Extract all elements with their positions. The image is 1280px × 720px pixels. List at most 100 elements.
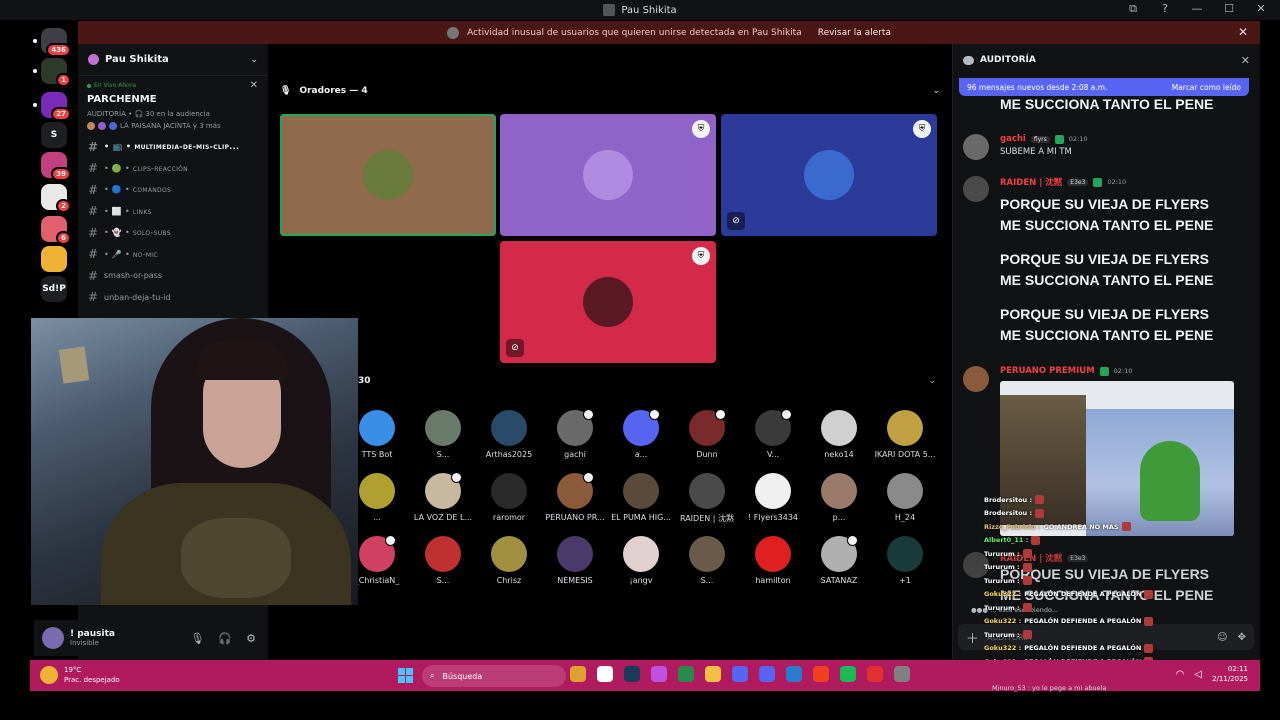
audience-member[interactable]: EL PUMA HIG...	[610, 473, 672, 522]
taskbar-app-icon[interactable]	[867, 666, 883, 682]
audience-name: +1	[899, 576, 911, 585]
speaker-tile[interactable]	[280, 114, 496, 236]
taskbar-app-icon[interactable]	[786, 666, 802, 682]
audience-member[interactable]: RAIDEN | 沈黙	[676, 473, 738, 524]
server-icon[interactable]: S	[41, 122, 67, 148]
help-icon[interactable]: ?	[1158, 2, 1172, 16]
audience-member[interactable]: H_24	[874, 473, 936, 522]
weather-widget[interactable]: 19°C Prac. despejado	[40, 665, 120, 685]
taskbar-search[interactable]: ⌕ Búsqueda	[422, 665, 566, 687]
chevron-down-icon[interactable]: ⌄	[250, 55, 258, 65]
wifi-icon[interactable]: ◠	[1176, 669, 1185, 680]
microphone-icon[interactable]: 🎙	[190, 632, 204, 645]
chevron-down-icon[interactable]: ⌄	[928, 376, 936, 386]
overlay-username: Tururum :	[984, 563, 1020, 572]
message-author[interactable]: PERUANO PREMIUM	[1000, 366, 1095, 376]
server-icon[interactable]: Sd!P	[41, 276, 67, 302]
audience-member[interactable]: neko14	[808, 410, 870, 459]
server-icon[interactable]: 2	[41, 184, 71, 213]
message-author[interactable]: RAIDEN | 沈黙	[1000, 176, 1062, 188]
start-button[interactable]	[398, 668, 413, 683]
audience-member[interactable]: V...	[742, 409, 804, 459]
taskbar-app-icon[interactable]	[813, 666, 829, 682]
close-icon[interactable]: ✕	[1241, 54, 1250, 67]
avatar[interactable]	[963, 366, 989, 392]
audience-member[interactable]: LA VOZ DE L...	[412, 472, 474, 522]
server-header[interactable]: Pau Shikita ⌄	[78, 44, 268, 76]
channel-item[interactable]: # • 🎤 • no-mic	[78, 244, 268, 266]
channel-item[interactable]: # • 🟢 • clips-reacción	[78, 158, 268, 180]
taskbar-app-icon[interactable]	[840, 666, 856, 682]
audience-member[interactable]: ! Flyers3434	[742, 473, 804, 522]
audience-member[interactable]: IKARI DOTA 5...	[874, 410, 936, 459]
live-stage-card[interactable]: En Vivo Ahora PARCHENME AUDITORÍA • 🎧 30…	[78, 76, 268, 136]
audience-member[interactable]: hamilton	[742, 536, 804, 585]
taskbar-app-icon[interactable]	[732, 666, 748, 682]
audience-member[interactable]: +1	[874, 536, 936, 585]
clock[interactable]: 02:11 2/11/2025	[1212, 664, 1248, 684]
audience-member[interactable]: Chrisz	[478, 536, 540, 585]
server-icon[interactable]: 1	[33, 58, 71, 87]
close-icon[interactable]: ✕	[250, 80, 258, 91]
server-icon[interactable]: 436	[33, 28, 71, 57]
message-author[interactable]: gachi	[1000, 134, 1026, 144]
channel-item[interactable]: # • 📺 • multimedia-de-mis-clip...	[78, 136, 268, 158]
moderator-shield-icon: ⛨	[692, 247, 710, 265]
taskbar-app-icon[interactable]	[651, 666, 667, 682]
minimize-button[interactable]: —	[1190, 2, 1204, 16]
audience-member[interactable]: S...	[412, 410, 474, 459]
taskbar-app-icon[interactable]	[894, 666, 910, 682]
speaker-tile[interactable]: ⛨ ⊘	[500, 241, 716, 363]
plus-icon[interactable]: ＋	[966, 628, 979, 647]
review-alert-link[interactable]: Revisar la alerta	[818, 28, 891, 38]
close-icon[interactable]: ✕	[1238, 25, 1248, 39]
server-icon[interactable]: 6	[41, 216, 71, 245]
server-icon[interactable]: 39	[41, 152, 71, 181]
server-icon[interactable]: 27	[33, 92, 71, 121]
close-button[interactable]: ✕	[1254, 2, 1268, 16]
maximize-button[interactable]: ☐	[1222, 2, 1236, 16]
speaker-tile[interactable]: ⛨	[500, 114, 716, 236]
gear-icon[interactable]: ⚙	[246, 632, 256, 645]
timestamp: 02:10	[1113, 367, 1133, 375]
inbox-icon[interactable]: ⧉	[1126, 2, 1140, 16]
audience-member[interactable]: raromor	[478, 473, 540, 522]
channel-item[interactable]: # • 👻 • solo-subs	[78, 222, 268, 244]
audience-member[interactable]: Dunn	[676, 409, 738, 459]
speaker-tile[interactable]: ⛨ ⊘	[721, 114, 937, 236]
taskbar-app-icon[interactable]	[624, 666, 640, 682]
mark-read-button[interactable]: Marcar como leído	[1172, 83, 1241, 92]
avatar[interactable]	[963, 134, 989, 160]
taskbar-app-icon[interactable]	[597, 666, 613, 682]
server-icon[interactable]	[41, 246, 67, 272]
audience-member[interactable]: SATANAZ	[808, 535, 870, 585]
taskbar-app-icon[interactable]	[678, 666, 694, 682]
channel-item[interactable]: # • 🔵 • comandos	[78, 179, 268, 201]
taskbar-app-icon[interactable]	[570, 666, 586, 682]
audience-member[interactable]: a...	[610, 409, 672, 459]
channel-item[interactable]: # smash-or-pass	[78, 265, 268, 287]
audience-member[interactable]: ¡angv	[610, 536, 672, 585]
overlay-username: Goku322 :	[984, 644, 1022, 653]
avatar[interactable]	[42, 627, 64, 649]
audience-member[interactable]: NÉMESIS	[544, 536, 606, 585]
chevron-down-icon[interactable]: ⌄	[932, 86, 940, 96]
user-info[interactable]: ! pausita Invisible	[70, 629, 115, 647]
host-avatar	[87, 122, 95, 130]
headphones-icon[interactable]: 🎧	[218, 632, 232, 645]
audience-member[interactable]: PERUANO PR...	[544, 472, 606, 522]
taskbar-app-icon[interactable]	[759, 666, 775, 682]
speakers-header[interactable]: 🎙 Oradores — 4 ⌄	[280, 84, 940, 98]
channel-item[interactable]: # • ⬜ • links	[78, 201, 268, 223]
audience-member[interactable]: p...	[808, 473, 870, 522]
emoji-icon[interactable]: ☺	[1217, 632, 1227, 643]
audience-member[interactable]: S...	[412, 536, 474, 585]
audience-member[interactable]: S...	[676, 536, 738, 585]
audience-member[interactable]: gachi	[544, 409, 606, 459]
volume-icon[interactable]: ◁	[1194, 669, 1202, 680]
apps-icon[interactable]: ✥	[1238, 632, 1246, 643]
taskbar-app-icon[interactable]	[705, 666, 721, 682]
channel-item[interactable]: # unban-deja-tu-id	[78, 287, 268, 309]
avatar[interactable]	[963, 176, 989, 202]
audience-member[interactable]: Arthas2025	[478, 410, 540, 459]
